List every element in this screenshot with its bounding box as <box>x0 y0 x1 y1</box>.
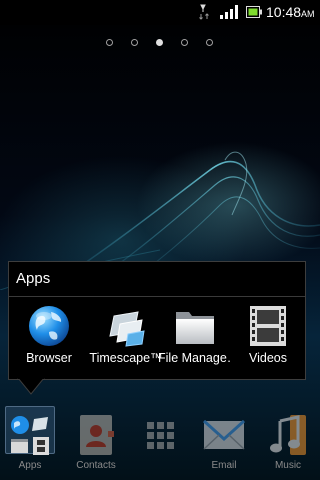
popup-pointer <box>17 378 45 395</box>
folder-popup: Apps Browser Timescape™ File Manage… Vid… <box>8 261 306 380</box>
dock-item-apps[interactable]: Apps <box>0 400 60 480</box>
dock-item-label: Apps <box>18 460 42 471</box>
usb-debug-icon <box>199 4 209 20</box>
page-dot <box>131 39 138 46</box>
home-page-indicator <box>0 38 320 50</box>
folder-title[interactable]: Apps <box>16 270 50 287</box>
app-drawer-icon <box>147 422 174 449</box>
globe-icon <box>29 306 69 346</box>
dock-item-email[interactable]: Email <box>194 400 254 480</box>
email-icon <box>202 419 246 450</box>
dock-item-label: Contacts <box>76 460 116 471</box>
page-dot-active <box>156 39 163 46</box>
film-icon <box>250 306 286 346</box>
page-dot <box>181 39 188 46</box>
dock-item-label: Email <box>211 460 237 471</box>
music-icon <box>270 415 306 455</box>
page-dot <box>206 39 213 46</box>
status-bar: 10:48AM <box>0 0 320 25</box>
contacts-icon <box>80 415 114 455</box>
folder-app-label: Timescape™ <box>89 351 163 365</box>
folder-icon <box>176 312 214 344</box>
dock-item-app-drawer[interactable] <box>130 400 190 480</box>
folder-app-videos[interactable]: Videos <box>231 304 305 370</box>
page-dot <box>106 39 113 46</box>
dock-item-contacts[interactable]: Contacts <box>66 400 126 480</box>
divider <box>9 296 305 297</box>
folder-app-browser[interactable]: Browser <box>12 304 86 370</box>
folder-app-label: Browser <box>26 351 72 365</box>
dock: Apps Contacts Email Music <box>0 400 320 480</box>
dock-item-label: Music <box>274 460 302 471</box>
dock-item-music[interactable]: Music <box>258 400 318 480</box>
timescape-icon <box>109 311 145 347</box>
folder-app-file-manager[interactable]: File Manage… <box>158 304 232 370</box>
folder-app-label: Videos <box>249 351 287 365</box>
status-time: 10:48AM <box>266 4 315 20</box>
apps-folder-icon <box>11 416 49 455</box>
folder-app-timescape[interactable]: Timescape™ <box>89 304 163 370</box>
battery-icon <box>246 6 262 18</box>
signal-icon <box>220 5 238 19</box>
folder-app-label: File Manage… <box>158 351 232 365</box>
